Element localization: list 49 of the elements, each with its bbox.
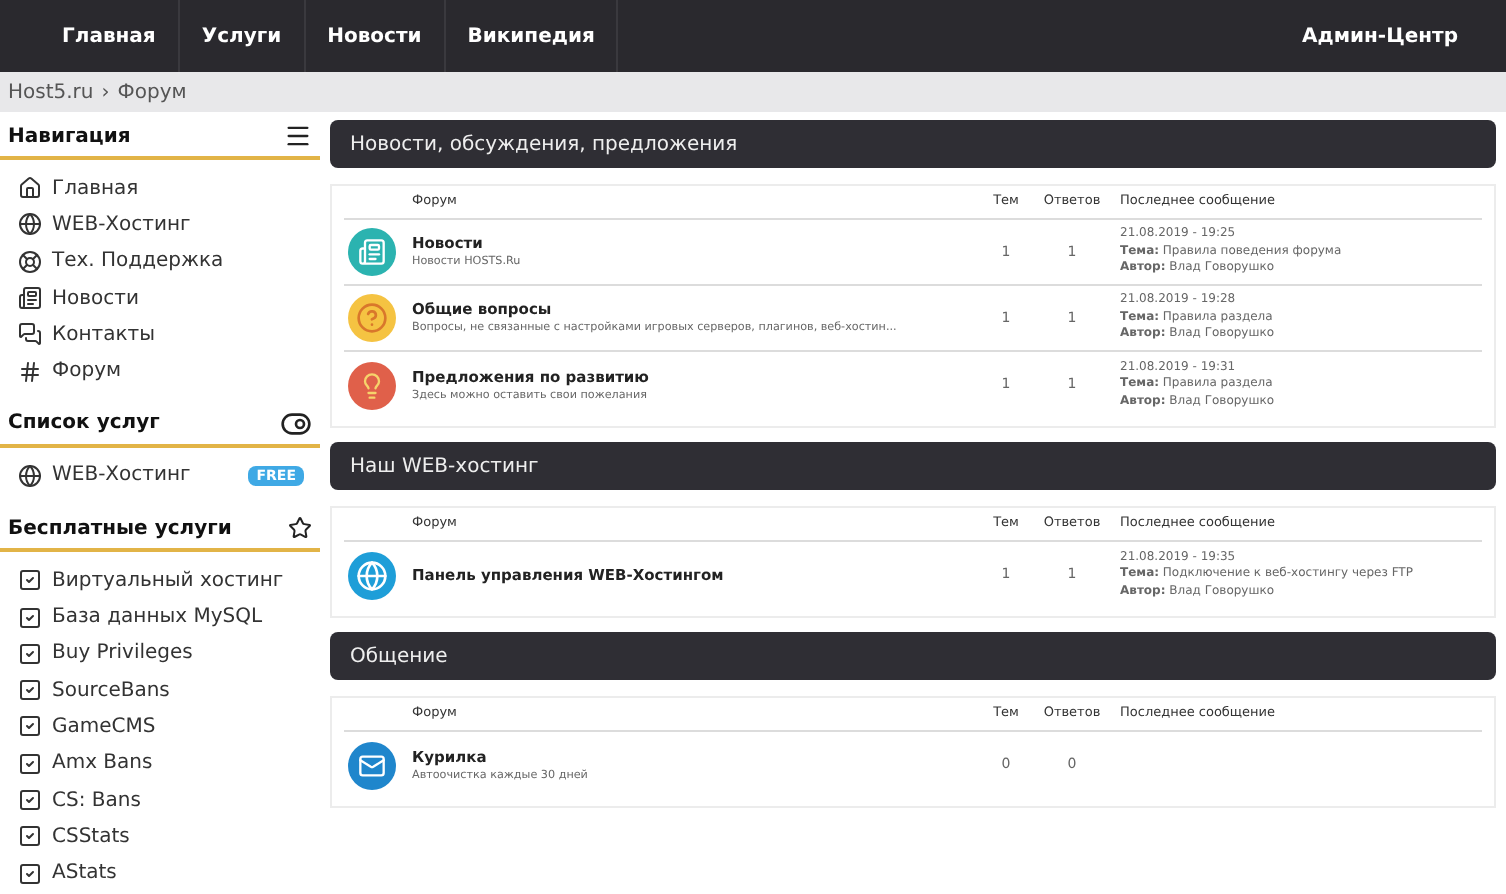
sidebar-item[interactable]: Форум xyxy=(0,352,320,390)
sidebar-item[interactable]: CSStats xyxy=(0,818,320,855)
question-icon xyxy=(348,294,396,342)
sidebar-item[interactable]: CS: Bans xyxy=(0,781,320,819)
checkbox-icon xyxy=(18,788,42,812)
section-title: Бесплатные услуги xyxy=(8,515,232,544)
checkbox-icon xyxy=(18,568,42,593)
section-title: Навигация xyxy=(8,123,131,151)
checkbox-icon xyxy=(18,824,42,849)
newspaper-icon xyxy=(18,286,42,311)
newspaper-icon xyxy=(348,228,396,276)
lifebuoy-icon xyxy=(18,249,42,274)
sidebar-item[interactable]: Тех. Поддержка xyxy=(0,243,320,280)
menu-icon xyxy=(284,122,312,150)
sidebar-item[interactable]: Amx Bans xyxy=(0,745,320,782)
category-header: Новости, обсуждения, предложения xyxy=(330,120,1496,168)
sidebar-item[interactable]: AStats xyxy=(0,854,320,892)
checkbox-icon xyxy=(18,641,42,666)
star-icon xyxy=(288,516,312,541)
sidebar-item[interactable]: Главная xyxy=(0,170,320,207)
globe-icon xyxy=(348,551,396,599)
sidebar-item[interactable]: База данных MySQL xyxy=(0,598,320,636)
sidebar-item[interactable]: GameCMS xyxy=(0,708,320,746)
sidebar-item[interactable]: Buy Privileges xyxy=(0,635,320,672)
checkbox-icon xyxy=(18,605,42,630)
globe-icon xyxy=(18,212,42,237)
hash-icon xyxy=(18,359,42,384)
sidebar-item[interactable]: Контакты xyxy=(0,316,320,353)
category-header: Наш WEB-хостинг xyxy=(330,442,1496,490)
category-header: Общение xyxy=(330,632,1496,680)
checkbox-icon xyxy=(18,751,42,776)
breadcrumb-link[interactable]: Host5.ru xyxy=(8,77,94,107)
checkbox-icon xyxy=(18,861,42,886)
toggle-icon xyxy=(280,407,312,440)
admin-center-link[interactable]: Админ-Центр xyxy=(1302,21,1466,51)
sidebar-item[interactable]: Новости xyxy=(0,279,320,317)
lightbulb-icon xyxy=(348,361,396,409)
globe-icon xyxy=(18,463,42,488)
sidebar-item[interactable]: WEB-Хостинг xyxy=(0,206,320,244)
home-icon xyxy=(18,176,42,201)
envelope-icon xyxy=(348,741,396,789)
breadcrumb-separator: › xyxy=(101,79,110,107)
sidebar-item[interactable]: SourceBans xyxy=(0,671,320,709)
checkbox-icon xyxy=(18,678,42,703)
checkbox-icon xyxy=(18,714,42,739)
breadcrumb-current: Форум xyxy=(117,79,187,107)
sidebar-item[interactable]: Виртуальный хостинг xyxy=(0,562,320,599)
chat-icon xyxy=(18,322,42,347)
section-title: Список услуг xyxy=(8,410,160,439)
